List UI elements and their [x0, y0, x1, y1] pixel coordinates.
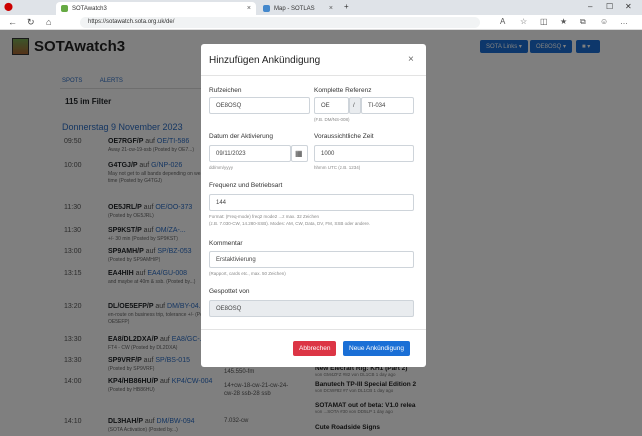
reload-icon[interactable]: ↻ — [27, 17, 35, 28]
comment-input[interactable]: Erstaktivierung — [209, 251, 414, 268]
frequency-label: Frequenz und Betriebsart — [209, 182, 283, 189]
frequency-input[interactable]: 144 — [209, 194, 414, 211]
cancel-button[interactable]: Abbrechen — [293, 341, 337, 356]
calendar-icon[interactable]: ▦ — [291, 145, 308, 162]
time-input[interactable]: 1000 — [314, 145, 414, 162]
close-icon[interactable]: × — [408, 54, 414, 65]
date-input[interactable]: 09/11/2023 — [209, 145, 291, 162]
tab-label: SOTAwatch3 — [72, 5, 107, 12]
new-alert-button[interactable]: Neue Ankündigung — [343, 341, 410, 356]
settings-menu-icon[interactable]: … — [620, 17, 628, 26]
modal-title: Hinzufügen Ankündigung — [209, 55, 321, 66]
date-help: dd/mm/yyyy — [209, 165, 234, 170]
tab-sotlas[interactable]: Map - SOTLAS × — [258, 2, 338, 15]
browser-tabbar: ⬤ SOTAwatch3 × Map - SOTLAS × + – ☐ ✕ — [0, 0, 642, 15]
reference-separator: / — [349, 97, 361, 114]
sotlas-favicon-icon — [263, 5, 270, 12]
time-help: hhmm UTC (z.B. 1234) — [314, 165, 361, 170]
frequency-help: Format: (Freq-mode) freq2 mode2 ...z max… — [209, 214, 320, 219]
modal-footer-divider — [201, 329, 426, 330]
maximize-button[interactable]: ☐ — [606, 2, 613, 11]
home-icon[interactable]: ⌂ — [46, 17, 51, 27]
add-alert-modal: Hinzufügen Ankündigung × Rufzeichen OE8O… — [201, 44, 426, 367]
tab-label: Map - SOTLAS — [274, 5, 315, 12]
association-input[interactable]: OE — [314, 97, 349, 114]
read-aloud-icon[interactable]: A — [500, 17, 505, 26]
comment-label: Kommentar — [209, 240, 243, 247]
posted-by-input: OE8OSQ — [209, 300, 414, 317]
favorite-icon[interactable]: ☆ — [520, 17, 527, 26]
reference-label: Komplette Referenz — [314, 87, 372, 94]
callsign-input[interactable]: OE8OSQ — [209, 97, 310, 114]
back-icon[interactable]: ← — [8, 17, 17, 27]
minimize-button[interactable]: – — [588, 2, 592, 11]
callsign-label: Rufzeichen — [209, 87, 242, 94]
posted-by-label: Gespottet von — [209, 288, 250, 295]
frequency-help-modes: (z.B. 7.030-CW, 14.280-SSB). Modes: AM, … — [209, 221, 371, 226]
new-tab-button[interactable]: + — [344, 2, 349, 11]
browser-menu-icon[interactable]: ⬤ — [4, 2, 13, 11]
comment-help: (Rapport, cards etc., max. 50 Zeichen) — [209, 271, 286, 276]
favorites-bar-icon[interactable]: ★ — [560, 17, 567, 26]
date-label: Datum der Aktivierung — [209, 133, 273, 140]
close-tab-icon[interactable]: × — [247, 5, 251, 12]
split-screen-icon[interactable]: ◫ — [540, 17, 548, 26]
modal-header-divider — [201, 75, 426, 76]
collections-icon[interactable]: ⧉ — [580, 17, 586, 27]
close-tab-icon[interactable]: × — [329, 5, 333, 12]
profile-icon[interactable]: ☺ — [600, 17, 608, 26]
close-window-button[interactable]: ✕ — [625, 2, 632, 11]
sotawatch-favicon-icon — [61, 5, 68, 12]
summit-input[interactable]: TI-034 — [361, 97, 414, 114]
url-input[interactable]: https://sotawatch.sota.org.uk/de/ — [80, 17, 480, 28]
address-bar-row: ← ↻ ⌂ https://sotawatch.sota.org.uk/de/ … — [0, 15, 642, 30]
time-label: Voraussichtliche Zeit — [314, 133, 374, 140]
reference-help: (F.B. DM/NS-008) — [314, 117, 350, 122]
tab-sotawatch[interactable]: SOTAwatch3 × — [56, 2, 256, 15]
